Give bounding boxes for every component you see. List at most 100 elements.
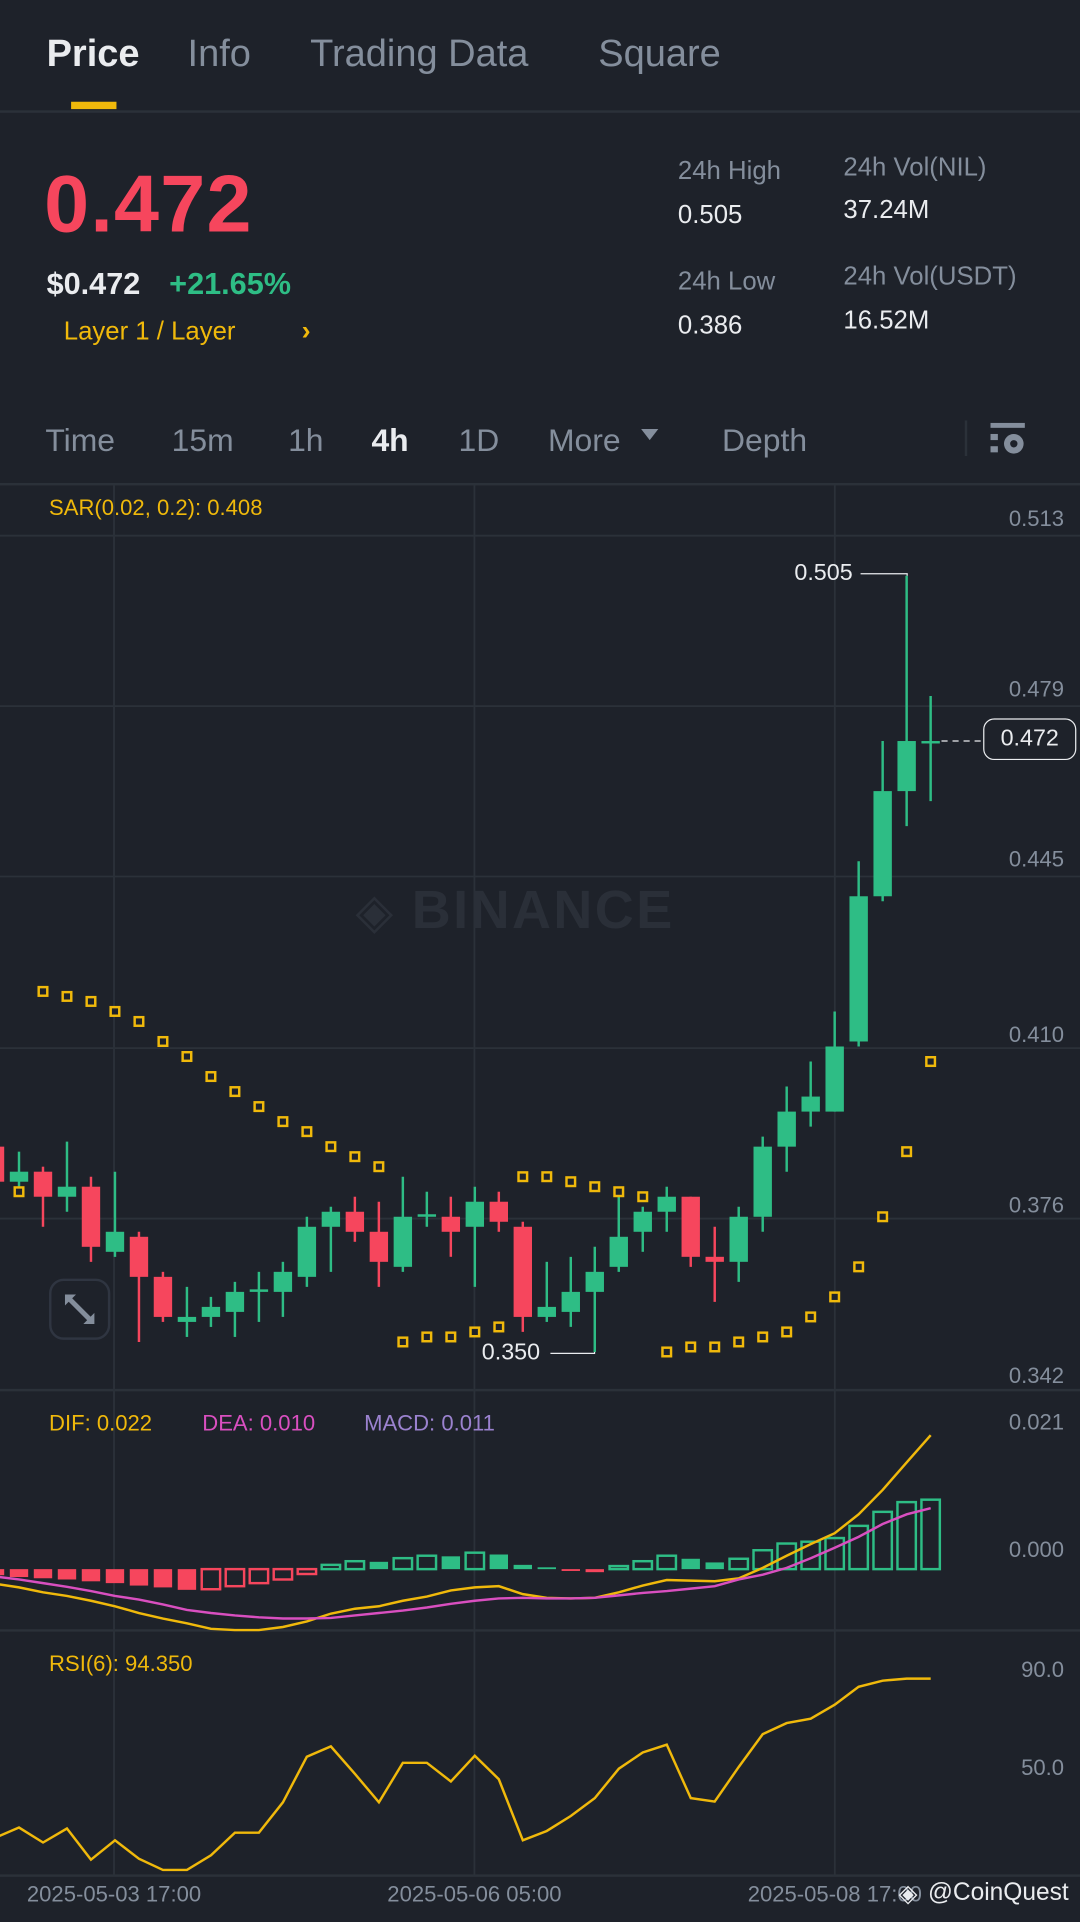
candle-down [441,1216,461,1232]
sar-dot [109,1005,121,1017]
sar-dot [613,1186,625,1198]
candle-down [513,1226,532,1317]
macd-histogram-bar [489,1554,509,1570]
macd-histogram-bar [392,1556,414,1571]
macd-histogram-bar [320,1563,342,1571]
macd-histogram-bar [681,1558,700,1570]
expand-chart-button[interactable] [49,1278,111,1340]
sar-dot [325,1141,337,1153]
macd-histogram-bar [656,1554,678,1571]
sar-dot [541,1171,553,1183]
candle-up [393,1216,413,1267]
sar-dot [565,1176,577,1188]
sar-dot [493,1321,505,1333]
candle-down [81,1186,101,1247]
expand-icon [64,1294,95,1324]
candle-up [633,1211,652,1232]
sar-dot [517,1171,529,1183]
sar-dot [205,1071,217,1083]
sar-dot [421,1331,433,1343]
candle-up [921,741,940,744]
macd-histogram-bar [561,1569,580,1571]
macd-histogram-bar [57,1569,77,1580]
macd-histogram-bar [248,1567,270,1585]
sar-dot [301,1126,313,1138]
sar-dot [469,1326,481,1338]
macd-histogram-bar [177,1569,197,1590]
candle-down [489,1201,509,1222]
sar-dot [589,1181,601,1193]
credit-watermark: @CoinQuest [927,1879,1069,1907]
candle-up [753,1146,772,1217]
sar-dot [37,985,49,997]
candle-up [177,1316,197,1322]
sar-dot [349,1151,361,1163]
sar-dot [901,1146,913,1158]
rsi-axis-label: 50.0 [1021,1755,1065,1780]
candle-down [0,1146,5,1182]
candle-up [417,1214,437,1217]
high-price-marker: 0.505 [794,560,853,586]
sar-dot [277,1116,289,1128]
macd-value-label: MACD: 0.011 [364,1410,495,1436]
price-axis-label: 0.513 [1008,506,1065,531]
sar-dot [61,990,73,1002]
candle-up [801,1096,820,1112]
sar-dot [685,1341,697,1353]
sar-dot [445,1331,457,1343]
sar-dot [397,1336,409,1348]
macd-histogram-bar [513,1564,532,1570]
macd-histogram-bar [0,1569,5,1576]
candle-up [297,1226,317,1277]
macd-histogram-bar [81,1569,101,1582]
candle-up [105,1231,125,1252]
price-axis-label: 0.342 [1008,1362,1065,1388]
sar-dot [709,1341,721,1353]
macd-histogram-bar [272,1567,294,1581]
candle-up [465,1201,485,1227]
sar-dot [781,1326,793,1338]
sar-dot [829,1291,841,1303]
candle-down [153,1276,173,1317]
market-page: Price Info Trading Data Square 0.472 $0.… [0,0,1080,1922]
macd-histogram-bar [585,1569,604,1573]
macd-dif-label: DIF: 0.022 [49,1410,153,1436]
macd-histogram-bar [129,1569,149,1586]
candle-down [369,1231,389,1262]
candle-up [225,1291,245,1312]
sar-indicator-label: SAR(0.02, 0.2): 0.408 [49,495,263,520]
high-marker-line [860,573,908,576]
time-axis-label: 2025-05-03 17:00 [26,1881,202,1907]
candle-up [849,896,868,1042]
candle-up [657,1196,676,1212]
sar-dot [733,1336,745,1348]
candle-up [201,1306,221,1317]
macd-histogram-bar [416,1554,438,1571]
sar-dot [253,1101,265,1113]
candle-down [705,1256,724,1262]
candle-up [897,741,916,792]
sar-dot [925,1056,937,1068]
macd-histogram-bar [752,1549,774,1571]
sar-dot [13,1186,25,1198]
rsi-line [0,1677,931,1872]
sar-dot [853,1261,865,1273]
time-axis-label: 2025-05-08 17:00 [747,1881,922,1907]
candle-up [585,1271,604,1292]
time-axis-label: 2025-05-06 05:00 [387,1881,562,1907]
candle-down [345,1211,365,1232]
kline-chart[interactable] [0,0,1080,1922]
macd-histogram-bar [728,1557,750,1571]
macd-histogram-bar [441,1556,461,1570]
sar-dot [157,1035,169,1048]
macd-histogram-bar [105,1569,125,1584]
macd-histogram-bar [9,1569,29,1578]
macd-histogram-bar [224,1567,246,1588]
sar-dot [877,1211,889,1223]
binance-logo-icon: ◈ [355,885,412,940]
price-axis-label: 0.410 [1008,1022,1065,1047]
sar-dot [181,1050,193,1063]
sar-dot [661,1346,673,1358]
candle-up [729,1216,748,1262]
price-axis-label: 0.376 [1008,1192,1065,1217]
